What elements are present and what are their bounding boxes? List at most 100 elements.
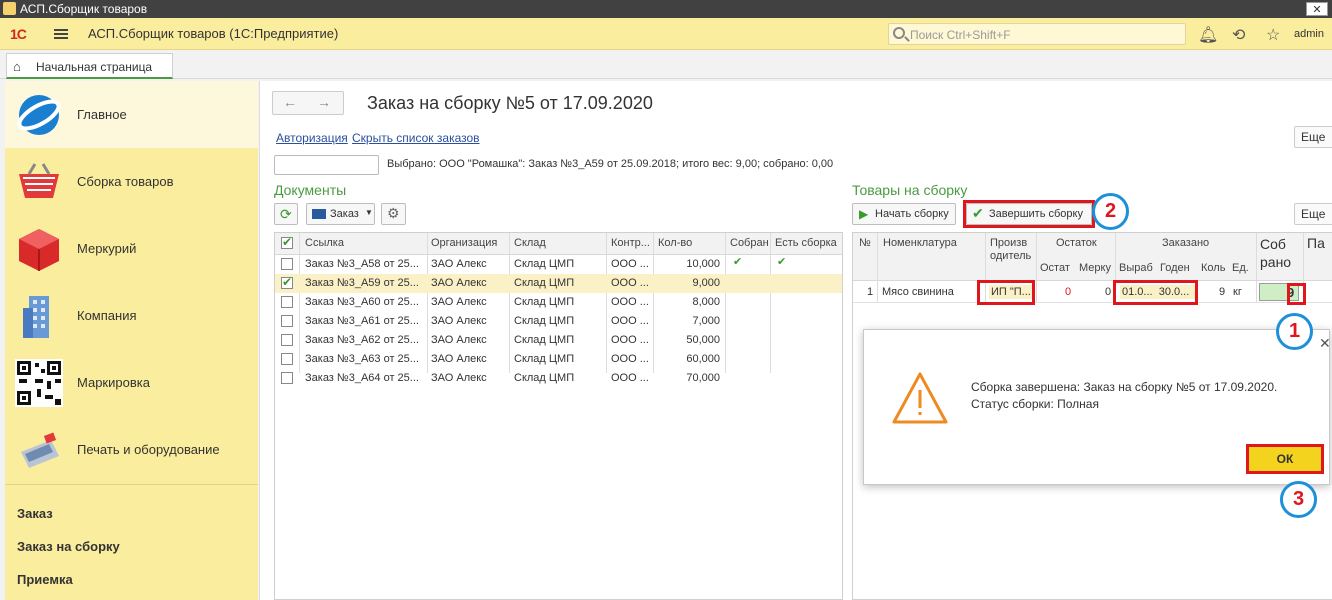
search-placeholder: Поиск Ctrl+Shift+F [910, 28, 1011, 42]
col-contr[interactable]: Контр... [611, 237, 656, 249]
goods-table-header: № Номенклатура Произв одитель Остаток Ос… [853, 233, 1332, 281]
col-stock[interactable]: Склад [514, 237, 604, 249]
gear-icon: ⚙ [387, 205, 400, 221]
col-org[interactable]: Организация [431, 237, 509, 249]
col-rest-ost[interactable]: Остат [1040, 262, 1070, 274]
forward-arrow-icon[interactable]: → [317, 94, 331, 110]
select-all-checkbox[interactable] [281, 235, 293, 249]
sidebar-item-label: Маркировка [77, 375, 150, 390]
annotation-badge-2: 2 [1092, 193, 1129, 230]
col-ord-ed[interactable]: Ед. [1232, 262, 1249, 274]
settings-button[interactable]: ⚙ [381, 203, 406, 225]
row-checkbox[interactable] [281, 334, 293, 346]
order-icon [312, 209, 326, 219]
dialog-message-line1: Сборка завершена: Заказ на сборку №5 от … [971, 380, 1278, 394]
window-title: АСП.Сборщик товаров [20, 2, 148, 16]
sidebar-item-mercury[interactable]: Меркурий [5, 215, 258, 282]
col-sobrano[interactable]: Соб рано [1260, 235, 1300, 271]
table-row[interactable]: Заказ №3_А64 от 25... ЗАО Алекс Склад ЦМП О… [275, 369, 842, 388]
more-button-top[interactable]: Еще [1294, 126, 1332, 148]
order-dropdown-button[interactable]: Заказ ▼ [306, 203, 375, 225]
app-icon [3, 2, 16, 15]
sidebar-divider [5, 484, 258, 485]
cell-qty: 9,000 [692, 277, 720, 289]
col-ref[interactable]: Ссылка [305, 237, 423, 249]
cell-nomenclature: Мясо свинина [882, 286, 954, 298]
table-row[interactable]: Заказ №3_А59 от 25... ЗАО Алекс Склад ЦМП О… [275, 274, 842, 293]
goods-row[interactable]: 1 Мясо свинина ИП "П... 0 0 01.0... 30.0… [853, 281, 1332, 303]
col-ord-vyr[interactable]: Выраб [1119, 262, 1153, 274]
cell-org: ЗАО Алекс [431, 258, 487, 270]
start-assembly-label: Начать сборку [875, 208, 949, 220]
more-button-goods[interactable]: Еще [1294, 203, 1332, 225]
auth-link[interactable]: Авторизация [276, 131, 348, 145]
col-qty[interactable]: Кол-во [658, 237, 718, 249]
bell-icon[interactable]: 🔔︎ [1198, 25, 1218, 45]
cell-has: ✔ [777, 256, 787, 268]
sidebar-item-label: Печать и оборудование [77, 442, 220, 457]
logo-1c: 1С [10, 26, 27, 42]
back-arrow-icon[interactable]: ← [283, 94, 297, 110]
start-assembly-button[interactable]: ▶ Начать сборку [852, 203, 956, 225]
col-producer[interactable]: Произв одитель [990, 237, 1034, 263]
col-nomenclature[interactable]: Номенклатура [883, 237, 957, 249]
cell-ord-ed: кг [1233, 286, 1242, 298]
user-name[interactable]: admin [1294, 28, 1324, 40]
col-ord-god[interactable]: Годен [1160, 262, 1190, 274]
sidebar-item-label: Главное [77, 107, 127, 122]
cube-icon [19, 229, 59, 271]
tab-home[interactable]: ⌂ Начальная страница [6, 53, 173, 79]
cell-ord-kol: 9 [1219, 286, 1226, 298]
cell-org: ЗАО Алекс [431, 353, 487, 365]
menu-icon[interactable] [54, 29, 68, 39]
chevron-down-icon: ▼ [365, 208, 373, 217]
refresh-icon: ⟳ [280, 206, 292, 222]
tab-label: Начальная страница [36, 60, 153, 74]
col-pa[interactable]: Па [1307, 235, 1325, 251]
sidebar-item-label: Меркурий [77, 241, 137, 256]
row-checkbox[interactable] [281, 315, 293, 327]
sidebar-item-marking[interactable]: Маркировка [5, 349, 258, 416]
cell-ref: Заказ №3_А63 от 25... [305, 353, 419, 365]
table-row[interactable]: Заказ №3_А62 от 25... ЗАО Алекс Склад ЦМП О… [275, 331, 842, 350]
row-checkbox[interactable] [281, 353, 293, 365]
table-row[interactable]: Заказ №3_А61 от 25... ЗАО Алекс Склад ЦМП О… [275, 312, 842, 331]
refresh-button[interactable]: ⟳ [274, 203, 298, 225]
table-row[interactable]: Заказ №3_А60 от 25... ЗАО Алекс Склад ЦМП О… [275, 293, 842, 312]
annotation-badge-3: 3 [1280, 481, 1317, 518]
search-input[interactable]: Поиск Ctrl+Shift+F [888, 23, 1186, 45]
window-close-button[interactable]: ✕ [1306, 2, 1328, 16]
col-has-assembly[interactable]: Есть сборка [775, 237, 842, 249]
sidebar-item-main[interactable]: Главное [5, 81, 258, 148]
table-row[interactable]: Заказ №3_А58 от 25... ЗАО Алекс Склад ЦМП О… [275, 255, 842, 274]
col-num: № [859, 237, 871, 249]
col-ord-kol[interactable]: Коль [1201, 262, 1225, 274]
filter-input[interactable] [274, 155, 379, 175]
col-rest-merk[interactable]: Мерку [1079, 262, 1111, 274]
cell-org: ЗАО Алекс [431, 372, 487, 384]
row-checkbox[interactable] [281, 275, 293, 289]
close-icon[interactable]: ✕ [1319, 335, 1331, 352]
history-icon[interactable]: ⟲ [1232, 25, 1245, 45]
sidebar-link-receiving[interactable]: Приемка [17, 572, 73, 587]
row-checkbox[interactable] [281, 372, 293, 384]
star-icon[interactable]: ☆ [1266, 25, 1280, 45]
sidebar-link-order[interactable]: Заказ [17, 506, 53, 521]
row-checkbox[interactable] [281, 296, 293, 308]
sidebar-link-assembly-order[interactable]: Заказ на сборку [17, 539, 120, 554]
play-icon: ▶ [859, 207, 869, 221]
table-row[interactable]: Заказ №3_А63 от 25... ЗАО Алекс Склад ЦМП О… [275, 350, 842, 369]
order-label: Заказ [330, 208, 359, 220]
row-checkbox[interactable] [281, 258, 293, 270]
sidebar-item-assembly[interactable]: Сборка товаров [5, 148, 258, 215]
sidebar-item-print[interactable]: Печать и оборудование [5, 416, 258, 483]
cell-contr: ООО ... [611, 315, 649, 327]
col-ordered: Заказано [1162, 237, 1210, 249]
sidebar-item-company[interactable]: Компания [5, 282, 258, 349]
col-collected[interactable]: Собран [730, 237, 770, 249]
main-content: ← → Заказ на сборку №5 от 17.09.2020 Еще… [259, 81, 1332, 600]
page-title: Заказ на сборку №5 от 17.09.2020 [367, 93, 653, 113]
ok-button[interactable]: ОК [1246, 444, 1324, 474]
hide-orders-link[interactable]: Скрыть список заказов [352, 131, 480, 145]
cell-contr: ООО ... [611, 277, 649, 289]
